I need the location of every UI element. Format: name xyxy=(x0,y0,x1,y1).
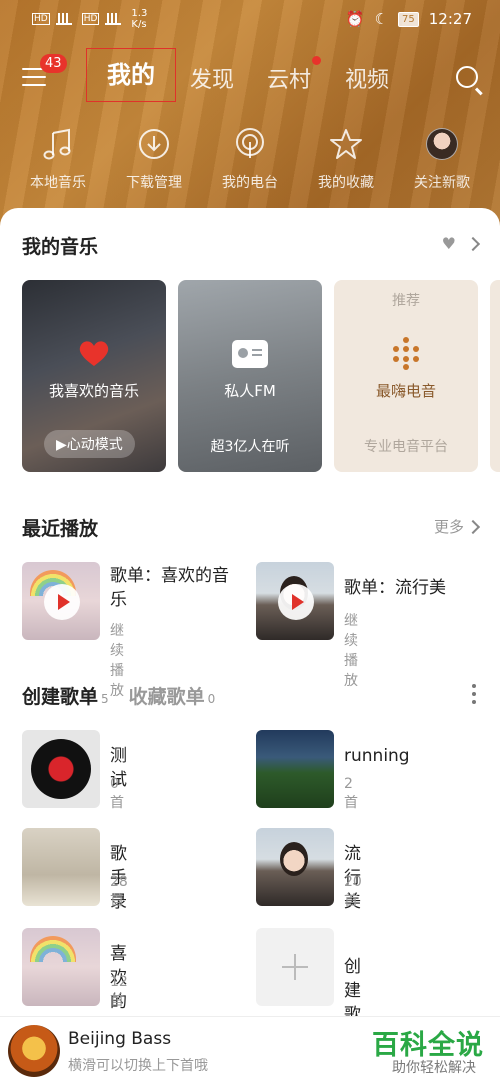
quick-favorites[interactable]: 我的收藏 xyxy=(306,124,386,192)
more-vertical-icon[interactable] xyxy=(472,684,476,704)
notification-badge: 43 xyxy=(40,54,67,73)
playlist-count: 12首 xyxy=(110,974,128,1009)
status-bar: HD HD 1.3 K/s ⏰ ☾ 75 12:27 xyxy=(0,0,500,40)
my-music-more[interactable]: ♥ xyxy=(441,234,481,253)
recent-name: 歌单：喜欢的音乐 xyxy=(110,566,229,610)
collected-count: 0 xyxy=(207,692,216,706)
card-label: 私人FM xyxy=(224,382,276,400)
top-nav: 43 我的 发现 云村 视频 xyxy=(0,48,500,108)
alarm-icon: ⏰ xyxy=(345,10,365,28)
card-liked-music[interactable]: 我喜欢的音乐 ▶心动模式 xyxy=(22,280,166,472)
player-title: Beijing Bass xyxy=(68,1029,172,1049)
tab-village[interactable]: 云村 xyxy=(267,62,311,94)
quick-radio[interactable]: 我的电台 xyxy=(210,124,290,192)
playlist-count: 0首 xyxy=(110,776,124,811)
network-label-2: HD xyxy=(81,13,100,25)
playlist-cover xyxy=(22,562,100,640)
quick-download[interactable]: 下载管理 xyxy=(114,124,194,192)
new-dot xyxy=(312,56,321,65)
plus-icon xyxy=(256,928,334,1006)
playlist-cover xyxy=(256,730,334,808)
signal-icon xyxy=(55,12,72,25)
playlist-cover xyxy=(22,828,100,906)
watermark-sub: 助你轻松解决 xyxy=(392,1060,476,1076)
player-hint: 横滑可以切换上下首哦 xyxy=(68,1058,208,1074)
pill-label: 心动模式 xyxy=(66,437,123,453)
playlist-count: 28首 xyxy=(110,874,128,909)
more-label: 更多 xyxy=(433,518,464,536)
download-icon xyxy=(114,124,194,164)
dots-icon xyxy=(393,337,419,370)
quick-label: 下载管理 xyxy=(126,175,182,191)
heartbeat-mode-button[interactable]: ▶心动模式 xyxy=(44,430,135,458)
card-label: 最嗨电音 xyxy=(375,382,436,400)
playlist-cover xyxy=(256,828,334,906)
quick-new-songs[interactable]: 关注新歌 xyxy=(402,124,482,192)
play-icon[interactable] xyxy=(44,584,80,620)
recent-name: 歌单：流行美 xyxy=(344,578,446,598)
card-tag: 推荐 xyxy=(392,293,420,309)
playlist-count: 2首 xyxy=(344,776,358,811)
battery-icon: 75 xyxy=(398,11,419,27)
playlist-name: running xyxy=(344,746,410,766)
signal-icon-2 xyxy=(105,12,122,25)
quick-label: 我的收藏 xyxy=(318,175,374,191)
playlist-count: 20首 xyxy=(344,874,362,909)
created-count: 5 xyxy=(101,692,109,706)
content-sheet: 我的音乐 ♥ 我喜欢的音乐 ▶心动模式 私人FM 超3亿人在听 推荐 最嗨电音 … xyxy=(0,208,500,1084)
quick-label: 本地音乐 xyxy=(30,175,86,191)
my-music-title: 我的音乐 xyxy=(22,236,99,258)
network-speed: 1.3 K/s xyxy=(131,8,148,30)
chevron-right-icon xyxy=(465,236,481,251)
playlist-cover xyxy=(256,562,334,640)
music-note-icon xyxy=(18,124,98,164)
radio-icon xyxy=(210,124,290,164)
radio-icon xyxy=(232,340,268,368)
playlist-cover xyxy=(22,730,100,808)
playlist-tabs: 创建歌单 5 收藏歌单 0 xyxy=(22,682,215,709)
network-label: HD xyxy=(32,13,50,25)
card-private-fm[interactable]: 私人FM 超3亿人在听 xyxy=(178,280,322,472)
tab-collected-playlists[interactable]: 收藏歌单 xyxy=(129,682,205,709)
card-label: 我喜欢的音乐 xyxy=(48,382,139,400)
chevron-right-icon xyxy=(465,519,481,535)
mini-player[interactable]: Beijing Bass 横滑可以切换上下首哦 百科全说 助你轻松解决 xyxy=(0,1016,500,1084)
card-sub: 专业电音平台 xyxy=(364,439,448,455)
quick-local-music[interactable]: 本地音乐 xyxy=(18,124,98,192)
quick-label: 我的电台 xyxy=(222,175,278,191)
card-partial[interactable] xyxy=(490,280,500,472)
recent-sub: 继续播放 xyxy=(344,613,358,689)
clock: 12:27 xyxy=(428,10,472,28)
moon-icon: ☾ xyxy=(374,10,389,28)
play-icon[interactable] xyxy=(278,584,314,620)
card-electronic[interactable]: 推荐 最嗨电音 专业电音平台 xyxy=(334,280,478,472)
tab-video[interactable]: 视频 xyxy=(345,62,389,94)
tab-discover[interactable]: 发现 xyxy=(190,62,234,94)
quick-label: 关注新歌 xyxy=(414,175,470,191)
playlist-cover xyxy=(22,928,100,1006)
card-sub: 超3亿人在听 xyxy=(210,439,290,455)
heart-icon xyxy=(79,341,109,366)
tab-my[interactable]: 我的 xyxy=(86,48,176,102)
avatar xyxy=(426,128,458,160)
search-icon[interactable] xyxy=(456,66,478,88)
album-art xyxy=(8,1025,60,1077)
recent-more-button[interactable]: 更多 xyxy=(433,516,481,537)
recent-title: 最近播放 xyxy=(22,518,99,540)
heart-wave-icon: ♥ xyxy=(441,234,456,253)
tab-created-playlists[interactable]: 创建歌单 xyxy=(22,682,98,709)
star-icon xyxy=(306,124,386,164)
